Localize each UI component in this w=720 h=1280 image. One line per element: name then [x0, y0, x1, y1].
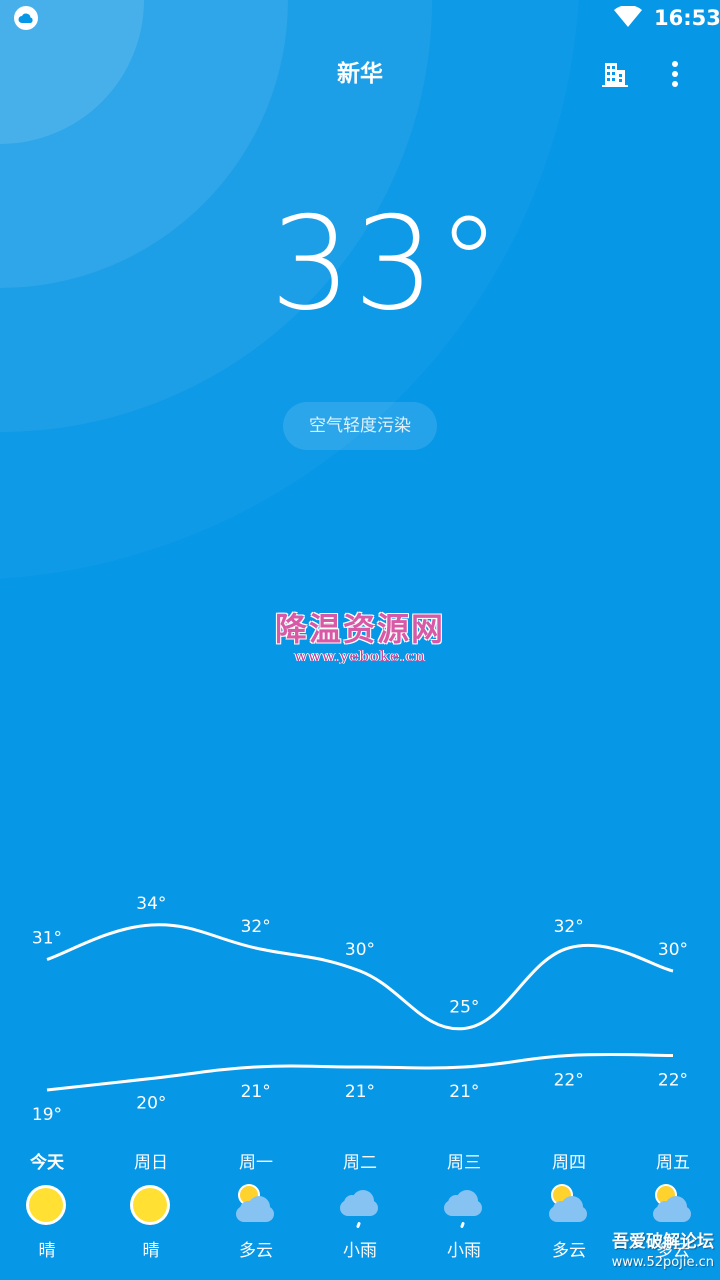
forecast-day[interactable]: 周日晴: [99, 1148, 203, 1266]
forecast-condition: 晴: [142, 1241, 160, 1261]
wifi-icon: [614, 4, 642, 32]
forecast-condition: 多云: [239, 1241, 273, 1261]
forecast-condition: 小雨: [447, 1241, 481, 1261]
more-vert-icon[interactable]: [662, 56, 688, 92]
weather-notification-icon: [14, 6, 38, 30]
watermark-title: 降温资源网: [274, 610, 445, 648]
forecast-day-name: 周五: [656, 1153, 690, 1173]
forecast-day-name: 周日: [134, 1153, 168, 1173]
forecast-day[interactable]: 周二 小雨: [308, 1148, 412, 1266]
forecast-day-name: 今天: [30, 1153, 64, 1173]
forecast-day[interactable]: 周三 小雨: [412, 1148, 516, 1266]
forecast-day-name: 周一: [239, 1153, 273, 1173]
light-rain-icon: [340, 1186, 380, 1229]
low-temp-label: 20°: [136, 1094, 166, 1114]
high-temp-label: 32°: [554, 917, 584, 937]
low-temp-label: 21°: [345, 1082, 375, 1102]
sun-icon: [27, 1186, 67, 1226]
light-rain-icon: [444, 1186, 484, 1229]
forum-watermark-title: 吾爱破解论坛: [612, 1232, 714, 1252]
high-temp-label: 32°: [241, 917, 271, 937]
forecast-day-name: 周二: [343, 1153, 377, 1173]
sun-icon: [131, 1186, 171, 1226]
forecast-day-name: 周四: [552, 1153, 586, 1173]
low-temp-label: 21°: [449, 1082, 479, 1102]
partly-cloudy-icon: [236, 1186, 276, 1226]
current-temperature: 33°: [270, 190, 503, 339]
city-buildings-icon[interactable]: [596, 56, 632, 92]
air-quality-badge[interactable]: 空气轻度污染: [283, 402, 437, 450]
forecast-condition: 小雨: [343, 1241, 377, 1261]
partly-cloudy-icon: [653, 1186, 693, 1226]
low-temp-label: 22°: [658, 1071, 688, 1091]
forecast-day-name: 周三: [447, 1153, 481, 1173]
high-temp-label: 30°: [345, 940, 375, 960]
high-temp-label: 30°: [658, 940, 688, 960]
partly-cloudy-icon: [549, 1186, 589, 1226]
low-temp-label: 22°: [554, 1071, 584, 1091]
high-temp-label: 34°: [136, 894, 166, 914]
watermark-url: www.yeboke.cn: [294, 647, 426, 665]
forecast-day[interactable]: 今天晴: [0, 1148, 99, 1266]
forum-watermark: 吾爱破解论坛 www.52pojie.cn: [596, 1230, 720, 1280]
forecast-day[interactable]: 周一 多云: [204, 1148, 308, 1266]
weather-screen: 16:53 新华 33° 空气轻度污染 降温资源网 www.yeboke.cn …: [0, 0, 720, 1280]
low-temp-label: 19°: [32, 1105, 62, 1125]
low-temp-label: 21°: [241, 1082, 271, 1102]
forum-watermark-url: www.52pojie.cn: [611, 1255, 714, 1270]
temperature-trend-chart: 31° 19° 34° 20° 32° 21° 30° 21° 25° 21° 32° 22° 30° 2…: [32, 894, 688, 1125]
high-temp-label: 31°: [32, 929, 62, 949]
high-temp-label: 25°: [449, 998, 479, 1018]
status-time: 16:53: [654, 6, 720, 30]
forecast-condition: 晴: [38, 1241, 56, 1261]
